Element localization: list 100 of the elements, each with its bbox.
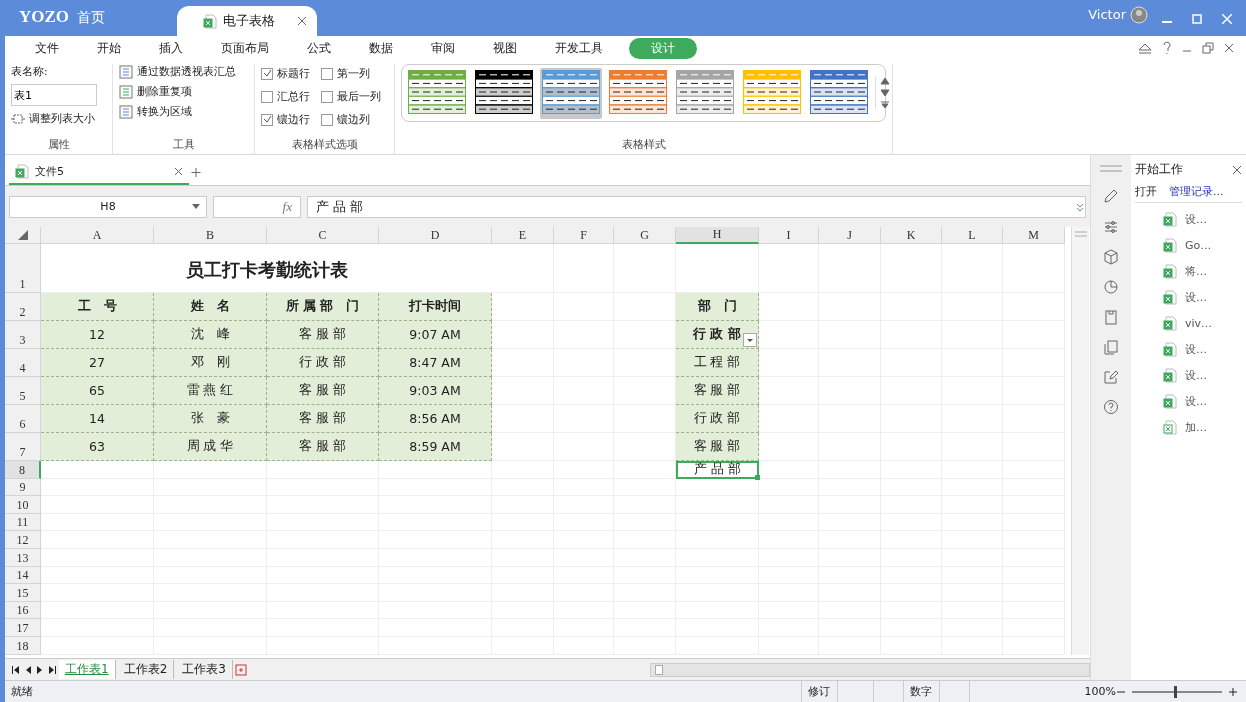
recent-file[interactable]: 将… — [1135, 261, 1242, 281]
column-header[interactable]: G — [614, 227, 676, 244]
grid-cell[interactable] — [759, 244, 819, 293]
checkbox[interactable] — [261, 90, 273, 103]
column-header[interactable]: F — [554, 227, 614, 244]
checkbox[interactable] — [321, 67, 333, 80]
sheet-tab[interactable]: 工作表1 — [59, 660, 116, 679]
column-header[interactable]: J — [819, 227, 881, 244]
grid-cell[interactable] — [759, 461, 819, 479]
row-header[interactable]: 10 — [5, 496, 41, 514]
close-icon[interactable] — [297, 16, 308, 26]
formula-field[interactable]: 产 品 部 — [307, 195, 1086, 218]
grid-cell[interactable] — [1003, 244, 1065, 293]
menu-tab[interactable]: 数据 — [357, 37, 405, 59]
grid-cell[interactable] — [41, 513, 154, 532]
table-cell[interactable]: 行 政 部 — [676, 321, 759, 349]
column-header[interactable]: D — [379, 227, 492, 244]
grid-cell[interactable] — [41, 601, 154, 620]
avatar-icon[interactable] — [1130, 6, 1148, 24]
column-header[interactable]: C — [267, 227, 379, 244]
copy-icon[interactable] — [1103, 339, 1119, 355]
row-header[interactable]: 1 — [5, 244, 41, 293]
grid-cell[interactable] — [759, 293, 819, 321]
grid-cell[interactable] — [41, 619, 154, 637]
edit-icon[interactable] — [1103, 369, 1119, 385]
grid-cell[interactable] — [492, 321, 554, 349]
pie-chart-icon[interactable] — [1103, 279, 1119, 295]
filter-dropdown-icon[interactable] — [743, 333, 757, 347]
resize-table-button[interactable]: 调整列表大小 — [11, 111, 106, 126]
checkbox[interactable] — [321, 113, 333, 126]
recent-file[interactable]: 设… — [1135, 365, 1242, 385]
row-header[interactable]: 3 — [5, 321, 41, 349]
table-name-field[interactable]: 表1 — [11, 84, 97, 106]
grid-cell[interactable] — [154, 461, 267, 479]
row-header[interactable]: 8 — [5, 461, 41, 479]
vertical-scrollbar[interactable] — [1071, 227, 1089, 655]
row-header[interactable]: 17 — [5, 619, 41, 637]
menu-tab[interactable]: 插入 — [147, 37, 195, 59]
row-header[interactable]: 7 — [5, 433, 41, 461]
column-header[interactable]: A — [41, 227, 154, 244]
grid-cell[interactable] — [759, 349, 819, 377]
name-box[interactable]: H8 — [9, 195, 207, 218]
recent-file[interactable]: 设… — [1135, 391, 1242, 411]
function-button[interactable]: fx — [213, 195, 301, 218]
table-cell[interactable]: 行 政 部 — [676, 405, 759, 433]
zoom-in-icon[interactable] — [1228, 686, 1238, 697]
recent-file[interactable]: 设… — [1135, 209, 1242, 229]
grid-cell[interactable] — [41, 496, 154, 514]
sliders-icon[interactable] — [1103, 219, 1119, 235]
close-icon[interactable] — [1232, 164, 1242, 175]
column-header[interactable]: B — [154, 227, 267, 244]
menu-tab[interactable]: 文件 — [23, 37, 71, 59]
scroll-down-icon[interactable] — [880, 89, 890, 97]
grid-cell[interactable] — [759, 321, 819, 349]
help-icon[interactable] — [1162, 41, 1172, 55]
menu-tab[interactable]: 开始 — [85, 37, 133, 59]
grid-cell[interactable] — [267, 461, 379, 479]
grid-cell[interactable] — [41, 548, 154, 567]
grid-cell[interactable] — [614, 478, 676, 497]
grid-cell[interactable] — [41, 636, 154, 655]
row-header[interactable]: 6 — [5, 405, 41, 433]
grid-cell[interactable] — [492, 461, 554, 479]
grid-cell[interactable] — [41, 531, 154, 549]
clipboard-icon[interactable] — [1103, 309, 1119, 325]
recent-file[interactable]: 加… — [1135, 417, 1242, 437]
horizontal-scrollbar[interactable] — [650, 662, 1090, 677]
table-cell[interactable]: 工 程 部 — [676, 349, 759, 377]
sheet-tab[interactable]: 工作表3 — [176, 660, 233, 679]
more-icon[interactable] — [880, 101, 890, 109]
table-cell[interactable]: 客 服 部 — [676, 433, 759, 461]
recent-file[interactable]: 设… — [1135, 339, 1242, 359]
column-header[interactable]: L — [942, 227, 1003, 244]
grid-cell[interactable] — [942, 244, 1003, 293]
recent-file[interactable]: viv… — [1135, 313, 1242, 333]
column-header[interactable]: I — [759, 227, 819, 244]
grid-cell[interactable] — [41, 566, 154, 585]
grid-cell[interactable] — [41, 584, 154, 602]
grid-cell[interactable] — [614, 244, 676, 293]
row-header[interactable]: 5 — [5, 377, 41, 405]
menu-tab[interactable]: 页面布局 — [209, 37, 281, 59]
menu-tab[interactable]: 审阅 — [419, 37, 467, 59]
column-header[interactable]: E — [492, 227, 554, 244]
column-header[interactable]: K — [881, 227, 942, 244]
scroll-up-icon[interactable] — [880, 77, 890, 85]
sheet-nav-icon[interactable] — [11, 664, 21, 675]
grid-cell[interactable] — [492, 433, 554, 461]
menu-tab[interactable]: 公式 — [295, 37, 343, 59]
grid-cell[interactable] — [819, 244, 881, 293]
grid-cell[interactable] — [759, 377, 819, 405]
tool-button[interactable]: 删除重复项 — [119, 84, 248, 99]
select-all-icon[interactable] — [17, 230, 28, 240]
grid-cell[interactable] — [554, 244, 614, 293]
expand-icon[interactable] — [1075, 201, 1085, 212]
recent-file[interactable]: 设… — [1135, 287, 1242, 307]
grid-cell[interactable] — [881, 244, 942, 293]
close-icon[interactable] — [174, 167, 183, 176]
table-cell[interactable]: 客 服 部 — [676, 377, 759, 405]
table-cell[interactable]: 产 品 部 — [676, 461, 759, 479]
row-header[interactable]: 2 — [5, 293, 41, 321]
column-header[interactable]: M — [1003, 227, 1065, 244]
